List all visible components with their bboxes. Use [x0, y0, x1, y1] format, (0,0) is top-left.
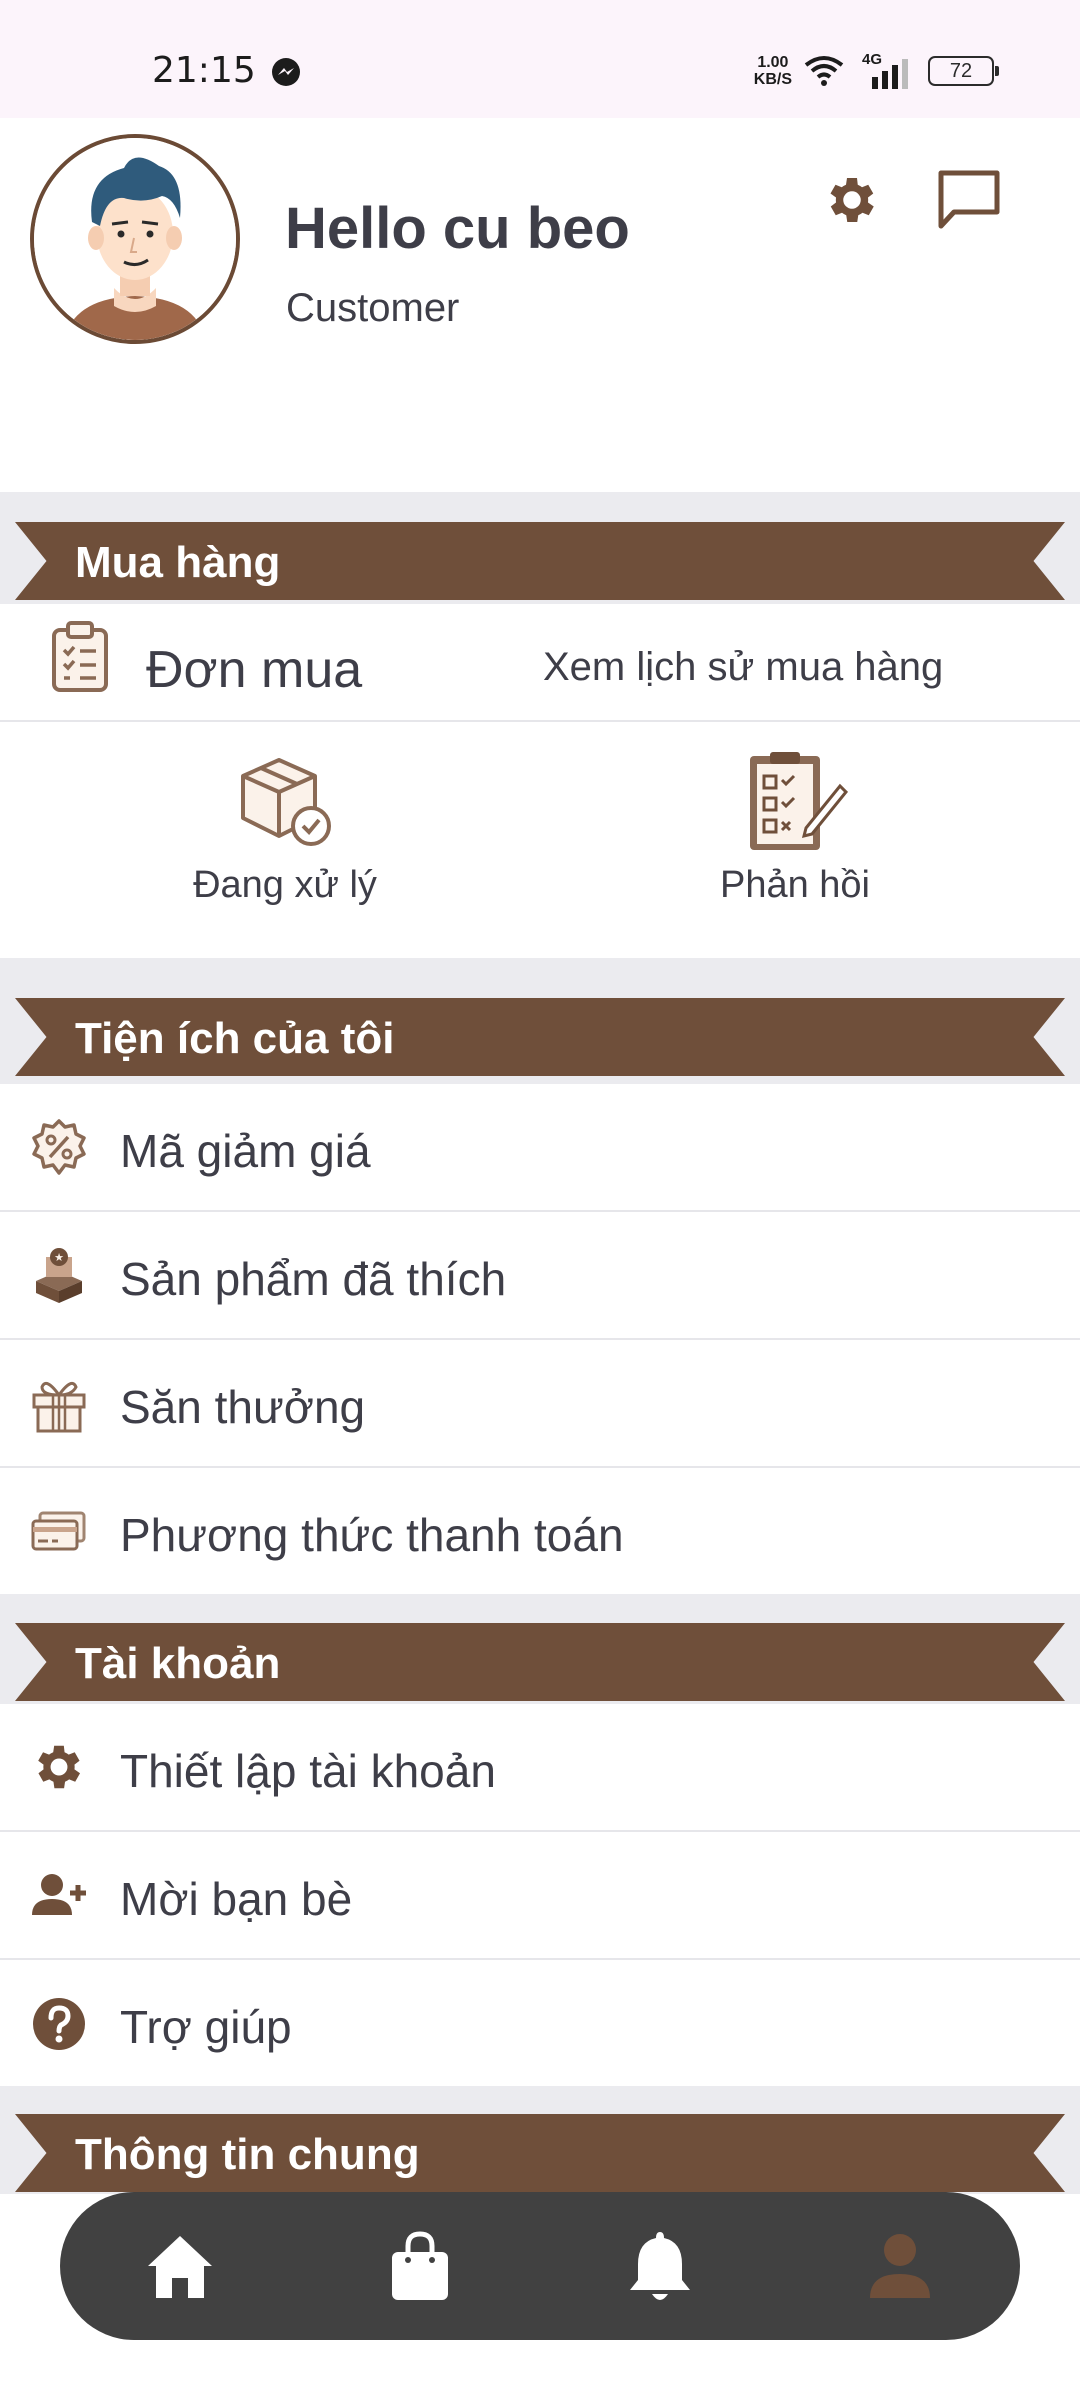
- avatar[interactable]: [30, 134, 240, 344]
- status-bar: 21:15 1.00 KB/S 4G 72: [0, 0, 1080, 118]
- menu-item-rewards[interactable]: Săn thưởng: [0, 1340, 1080, 1466]
- section-banner-general: Thông tin chung: [15, 2114, 1065, 2192]
- add-user-icon: [32, 1874, 86, 1915]
- menu-item-liked-products[interactable]: ★ Sản phẩm đã thích: [0, 1212, 1080, 1338]
- order-processing-button[interactable]: Đang xử lý: [150, 752, 420, 907]
- order-feedback-button[interactable]: Phản hồi: [660, 750, 930, 907]
- network-speed: 1.00 KB/S: [753, 54, 792, 88]
- menu-item-invite-friends[interactable]: Mời bạn bè: [0, 1832, 1080, 1958]
- liked-products-icon: ★: [36, 1248, 82, 1303]
- svg-text:★: ★: [54, 1251, 64, 1264]
- menu-item-help[interactable]: Trợ giúp: [0, 1960, 1080, 2086]
- home-icon[interactable]: [140, 2226, 220, 2306]
- package-check-icon: [241, 758, 331, 846]
- wifi-icon: [804, 56, 844, 86]
- checklist-icon: [750, 752, 849, 850]
- status-time: 21:15: [152, 50, 256, 91]
- menu-item-account-settings[interactable]: Thiết lập tài khoản: [0, 1704, 1080, 1830]
- profile-icon[interactable]: [860, 2226, 940, 2306]
- bottom-nav: [60, 2192, 1020, 2340]
- payment-card-icon: [31, 1511, 86, 1551]
- settings-icon[interactable]: [822, 170, 882, 230]
- help-icon: [33, 1998, 85, 2050]
- section-banner-purchase: Mua hàng: [15, 522, 1065, 600]
- shopping-bag-icon[interactable]: [380, 2226, 460, 2306]
- section-banner-account: Tài khoản: [15, 1623, 1065, 1701]
- menu-item-discount[interactable]: Mã giảm giá: [0, 1084, 1080, 1210]
- messenger-icon: [272, 58, 300, 86]
- section-banner-utilities: Tiện ích của tôi: [15, 998, 1065, 1076]
- signal-icon: 4G: [856, 51, 916, 91]
- chat-icon[interactable]: [936, 168, 1002, 232]
- bell-icon[interactable]: [620, 2226, 700, 2306]
- clipboard-icon: [52, 621, 108, 692]
- gear-icon: [38, 1745, 81, 1789]
- greeting: Hello cu beo: [285, 196, 630, 261]
- battery-icon: 72: [928, 56, 999, 86]
- gift-icon: [32, 1381, 86, 1433]
- menu-item-payment-methods[interactable]: Phương thức thanh toán: [0, 1468, 1080, 1594]
- order-history-link[interactable]: Xem lịch sử mua hàng: [543, 645, 943, 690]
- orders-title: Đơn mua: [146, 641, 363, 699]
- discount-icon: [32, 1119, 86, 1175]
- user-role: Customer: [286, 286, 460, 330]
